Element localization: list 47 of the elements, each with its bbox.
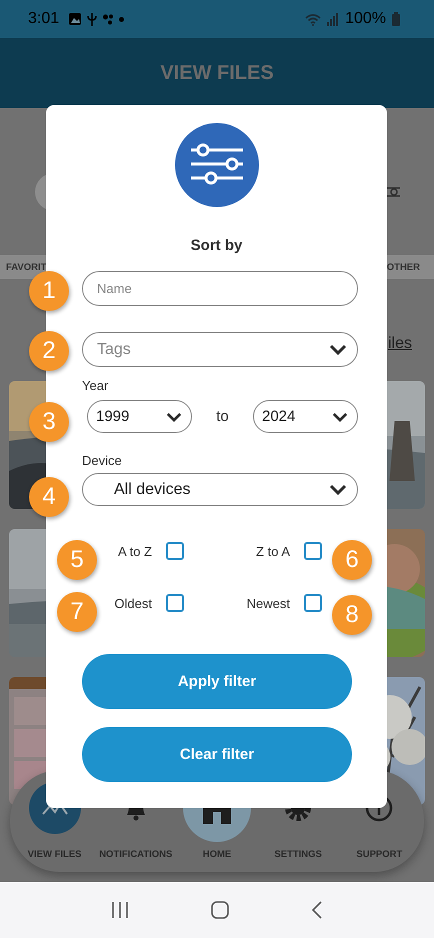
- dots-icon: [103, 14, 114, 24]
- sliders-icon: [174, 123, 258, 207]
- recents-icon[interactable]: [111, 901, 129, 919]
- option-label: A to Z: [118, 544, 152, 558]
- nav-label[interactable]: HOME: [202, 849, 232, 860]
- range-separator: to: [216, 408, 229, 425]
- tags-dropdown[interactable]: Tags: [82, 332, 358, 367]
- category-tab[interactable]: OTHER: [386, 262, 420, 272]
- option-label: Newest: [246, 596, 290, 610]
- nav-label[interactable]: SUPPORT: [356, 849, 402, 860]
- category-tab[interactable]: FAVORIT: [6, 262, 46, 272]
- checkbox[interactable]: [166, 542, 184, 560]
- name-field[interactable]: Name: [82, 271, 358, 306]
- dialog-title: Sort by: [190, 237, 242, 254]
- year-to-dropdown[interactable]: 2024: [252, 400, 358, 433]
- clear-button[interactable]: Clear filter: [82, 727, 352, 782]
- chevron-icon: [329, 484, 347, 495]
- back-icon[interactable]: [311, 901, 323, 919]
- battery-icon: [392, 12, 400, 26]
- home-button-icon[interactable]: [211, 901, 229, 919]
- signal-icon: [327, 12, 340, 26]
- image-icon: [69, 13, 82, 25]
- checkbox[interactable]: [166, 594, 184, 612]
- option-label: Oldest: [114, 596, 152, 610]
- status-time: 3:01: [28, 10, 60, 28]
- link[interactable]: iles: [388, 335, 412, 355]
- device-label: Device: [82, 453, 123, 468]
- nav-label[interactable]: SETTINGS: [274, 849, 322, 860]
- checkbox[interactable]: [304, 594, 322, 612]
- callout-badge: 2: [29, 331, 69, 371]
- nav-label[interactable]: NOTIFICATIONS: [99, 849, 172, 860]
- chevron-icon: [329, 344, 347, 355]
- nav-label[interactable]: VIEW FILES: [28, 849, 82, 860]
- dot-icon: [119, 16, 124, 22]
- chevron-icon: [166, 412, 182, 422]
- option-label: Z to A: [256, 544, 290, 558]
- checkbox[interactable]: [304, 542, 322, 560]
- year-label: Year: [82, 378, 110, 393]
- battery-level: 100%: [345, 10, 386, 28]
- chevron-icon: [332, 412, 348, 422]
- wifi-icon: [305, 12, 322, 26]
- year-from-dropdown[interactable]: 1999: [87, 400, 192, 433]
- usb-icon: [87, 12, 98, 26]
- device-dropdown[interactable]: All devices: [82, 473, 358, 506]
- screen-title: VIEW FILES: [160, 62, 274, 84]
- apply-button[interactable]: Apply filter: [82, 654, 352, 709]
- filter-icon[interactable]: [386, 186, 400, 198]
